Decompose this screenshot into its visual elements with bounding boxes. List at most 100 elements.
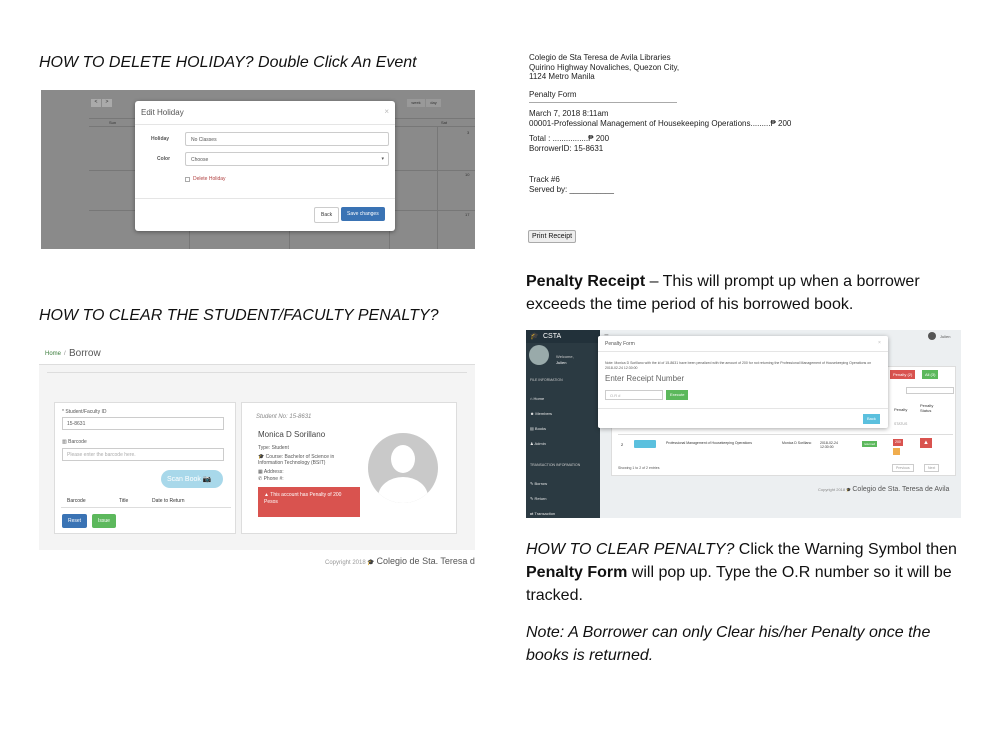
receipt-date: March 7, 2018 8:11am (529, 109, 609, 118)
nav-books[interactable]: ▤ Books (530, 426, 546, 431)
issue-button[interactable]: Issue (92, 514, 116, 528)
back-button[interactable]: Back (314, 207, 340, 223)
exchange-icon: ⇄ (530, 511, 534, 516)
page-title: Borrow (69, 348, 101, 359)
sidebar: 🎓 CSTA Welcome, Julien FILE INFORMATION … (526, 330, 600, 518)
barcode-icon: ▥ (62, 439, 67, 445)
borrower-note: Note: A Borrower can only Clear his/her … (526, 624, 931, 664)
modal-footer-divider (135, 198, 395, 199)
save-changes-button[interactable]: Save changes (341, 207, 385, 221)
barcode-label: ▥ Barcode (62, 439, 87, 445)
receipt-bold: Penalty Receipt (526, 273, 646, 290)
student-course: 🎓 Course: Bachelor of Science in Informa… (258, 454, 348, 466)
barcode-input[interactable]: Please enter the barcode here. (62, 448, 224, 461)
receipt-track: Track #6 (529, 175, 560, 184)
next-button[interactable]: Next (924, 464, 940, 472)
student-address: ▦ Address: (258, 469, 284, 475)
search-input[interactable] (906, 387, 954, 394)
student-info-panel: Student No: 15-8631 Monica D Sorillano T… (241, 402, 457, 534)
nav-return[interactable]: ✎ Return (530, 496, 547, 501)
view-button[interactable] (634, 440, 656, 448)
warning-icon: ▲ (264, 492, 269, 498)
topbar-user[interactable]: Julien (940, 334, 950, 339)
nav-borrow[interactable]: ✎ Borrow (530, 481, 547, 486)
nav-admin[interactable]: ♟ Admin (530, 441, 546, 446)
reset-button[interactable]: Reset (62, 514, 88, 528)
student-id-input[interactable]: 15-8631 (62, 417, 224, 430)
receipt-description: Penalty Receipt – This will prompt up wh… (526, 270, 966, 316)
clear-penalty-question: HOW TO CLEAR PENALTY? (526, 541, 735, 558)
color-select[interactable]: Choose ▾ (185, 152, 389, 166)
execute-button[interactable]: Execute (666, 390, 689, 400)
footer-school: Colegio de Sta. Teresa d (376, 556, 475, 566)
back-button[interactable]: Back (863, 414, 880, 424)
penalty-form-bold: Penalty Form (526, 564, 628, 581)
delete-holiday-checkbox[interactable] (185, 177, 190, 182)
receipt-number-label: Enter Receipt Number (605, 374, 685, 383)
color-label: Color (157, 156, 171, 162)
calendar-day-sun: Sun (109, 120, 117, 125)
row-date: 2018-02-24 12:30:00 (820, 441, 838, 449)
graduation-cap-icon: 🎓 (367, 560, 375, 566)
row-book-title: Professional Management of Housekeeping … (666, 441, 752, 445)
col-penalty: Penalty (894, 407, 908, 412)
nav-members[interactable]: ☻ Members (530, 411, 552, 416)
nav-books-label: Books (534, 426, 547, 431)
calendar-prev-button[interactable]: < (91, 99, 101, 107)
scan-book-button[interactable]: Scan Book 📷 (161, 470, 223, 488)
calendar-day-button[interactable]: day (426, 99, 441, 107)
calendar-week-button[interactable]: week (407, 99, 425, 107)
calendar-day-sat: Sat (441, 120, 448, 125)
delete-holiday-label: Delete Holiday (193, 176, 226, 182)
tab-penalty[interactable]: Penalty (2) (890, 370, 916, 379)
receipt-borrower: BorrowerID: 15-8631 (529, 143, 604, 153)
users-icon: ☻ (530, 411, 535, 416)
modal-footer-divider (598, 408, 888, 409)
clear-penalty-instructions: HOW TO CLEAR PENALTY? Click the Warning … (526, 538, 966, 607)
brand-name: CSTA (543, 333, 562, 340)
tab-all[interactable]: All (3) (922, 370, 939, 379)
receipt-number-input[interactable]: O.R # (605, 390, 663, 400)
book-icon: ▤ (530, 426, 534, 431)
receipt-total: Total : ................₱ 200 (529, 134, 610, 143)
calendar-date: 3 (467, 130, 470, 135)
status-label: STATUS (894, 422, 908, 426)
holiday-input[interactable]: No Classes (185, 132, 389, 146)
penalty-receipt: Colegio de Sta Teresa de Avila Libraries… (529, 53, 791, 194)
row-borrower: Monica D Sorillano (782, 441, 812, 445)
print-receipt-button[interactable]: Print Receipt (528, 230, 577, 243)
holiday-label: Holiday (151, 136, 170, 142)
close-icon[interactable]: × (384, 107, 389, 116)
row-divider (618, 434, 953, 435)
footer-copyright: Copyright 2018 (818, 487, 846, 492)
student-name: Monica D Sorillano (258, 430, 326, 439)
file-info-heading: FILE INFORMATION (530, 378, 563, 382)
modal-note: Note: Monica D Sorillano with the id of … (605, 361, 872, 370)
rss-icon[interactable] (893, 448, 900, 455)
address-icon: ▦ (258, 469, 263, 475)
nav-transaction[interactable]: ⇄ Transaction (530, 511, 555, 516)
warning-icon[interactable]: ▲ (920, 438, 932, 448)
nav-home[interactable]: ⌂ Home (530, 396, 544, 401)
previous-button[interactable]: Previous (892, 464, 914, 472)
penalty-form-screenshot: 🎓 CSTA Welcome, Julien FILE INFORMATION … (526, 330, 961, 518)
receipt-item: 00001-Professional Management of Houseke… (529, 118, 792, 128)
nav-return-label: Return (534, 496, 547, 501)
borrow-header: Home / Borrow (39, 343, 475, 365)
receipt-form-title: Penalty Form (529, 89, 577, 99)
receipt-line2: Quirino Highway Novaliches, Quezon City, (529, 62, 680, 72)
calendar-next-button[interactable]: > (102, 99, 112, 107)
close-icon[interactable]: × (878, 340, 881, 346)
receipt-line1: Colegio de Sta Teresa de Avila Libraries (529, 53, 671, 62)
modal-title: Penalty Form (605, 341, 635, 347)
edit-icon: ✎ (530, 496, 534, 501)
edit-holiday-screenshot: < > week day Sun Sat 3 10 17 Edit Holida… (41, 90, 475, 249)
footer-school: Colegio de Sta. Teresa de Avila (852, 486, 950, 493)
student-phone-text: Phone #: (263, 476, 284, 482)
graduation-cap-icon: 🎓 (846, 487, 852, 492)
avatar (529, 345, 549, 365)
col-barcode: Barcode (67, 498, 86, 504)
calendar-date: 10 (465, 172, 470, 177)
breadcrumb-home-link[interactable]: Home (45, 351, 61, 357)
receipt-served-by: Served by: __________ (529, 184, 614, 194)
